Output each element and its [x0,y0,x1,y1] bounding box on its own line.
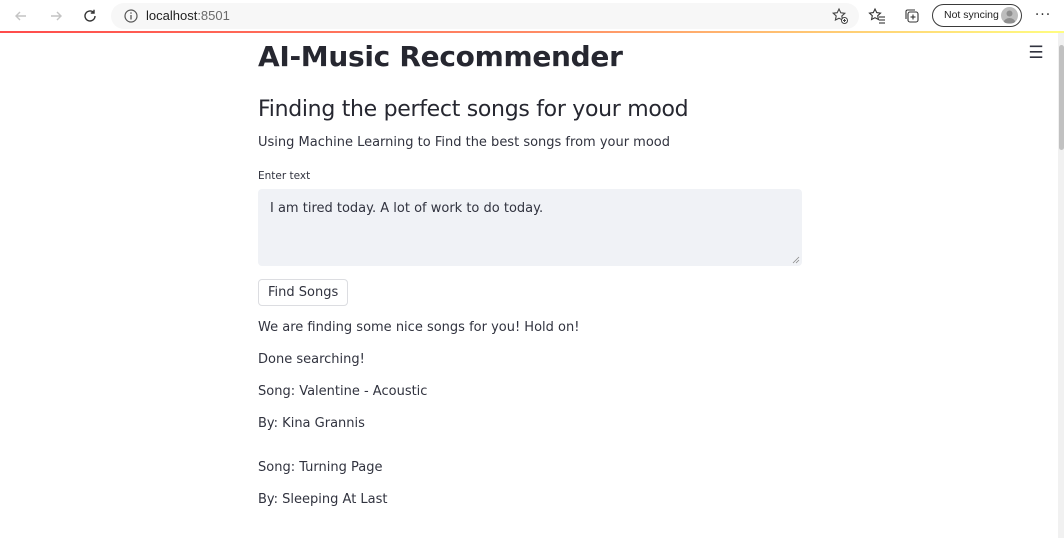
back-button[interactable] [9,4,33,28]
status-message-done: Done searching! [258,352,365,367]
url-host: localhost [146,8,198,23]
song-title-1: Song: Valentine - Acoustic [258,384,428,399]
url-port: :8501 [197,8,230,23]
collections-icon [905,9,919,23]
info-icon[interactable] [123,8,139,24]
back-arrow-icon [15,11,26,21]
profile-sync-button[interactable]: Not syncing [932,4,1022,27]
text-input-label: Enter text [258,170,311,182]
favorites-button[interactable] [866,5,888,27]
page-title: AI-Music Recommender [258,40,623,73]
more-options-button[interactable]: ··· [1033,5,1053,25]
forward-button[interactable] [44,4,68,28]
main-menu-icon[interactable]: ☰ [1027,44,1045,62]
reload-icon [84,9,96,22]
song-title-2: Song: Turning Page [258,460,383,475]
page-subtitle: Finding the perfect songs for your mood [258,97,689,122]
collections-button[interactable] [901,5,923,27]
header-decoration-bar [0,31,1064,33]
status-message-searching: We are finding some nice songs for you! … [258,320,580,335]
address-bar[interactable]: localhost:8501 [111,3,859,29]
song-artist-1: By: Kina Grannis [258,416,365,431]
browser-toolbar: localhost:8501 Not syncing ··· [0,0,1064,32]
song-artist-2: By: Sleeping At Last [258,492,388,507]
user-avatar-icon [1003,10,1016,23]
add-favorite-icon[interactable] [831,7,849,25]
reload-button[interactable] [78,4,102,28]
mood-text-value: I am tired today. A lot of work to do to… [270,201,544,216]
favorites-icon [868,7,885,24]
find-songs-button[interactable]: Find Songs [258,279,349,306]
page-description: Using Machine Learning to Find the best … [258,135,671,150]
resize-handle-icon[interactable] [792,256,800,264]
address-url[interactable]: localhost:8501 [146,8,230,23]
forward-arrow-icon [51,11,62,21]
sync-status-label: Not syncing [944,9,999,21]
scrollbar-thumb[interactable] [1059,45,1064,150]
avatar [1001,7,1018,24]
mood-text-area[interactable]: I am tired today. A lot of work to do to… [258,189,802,266]
